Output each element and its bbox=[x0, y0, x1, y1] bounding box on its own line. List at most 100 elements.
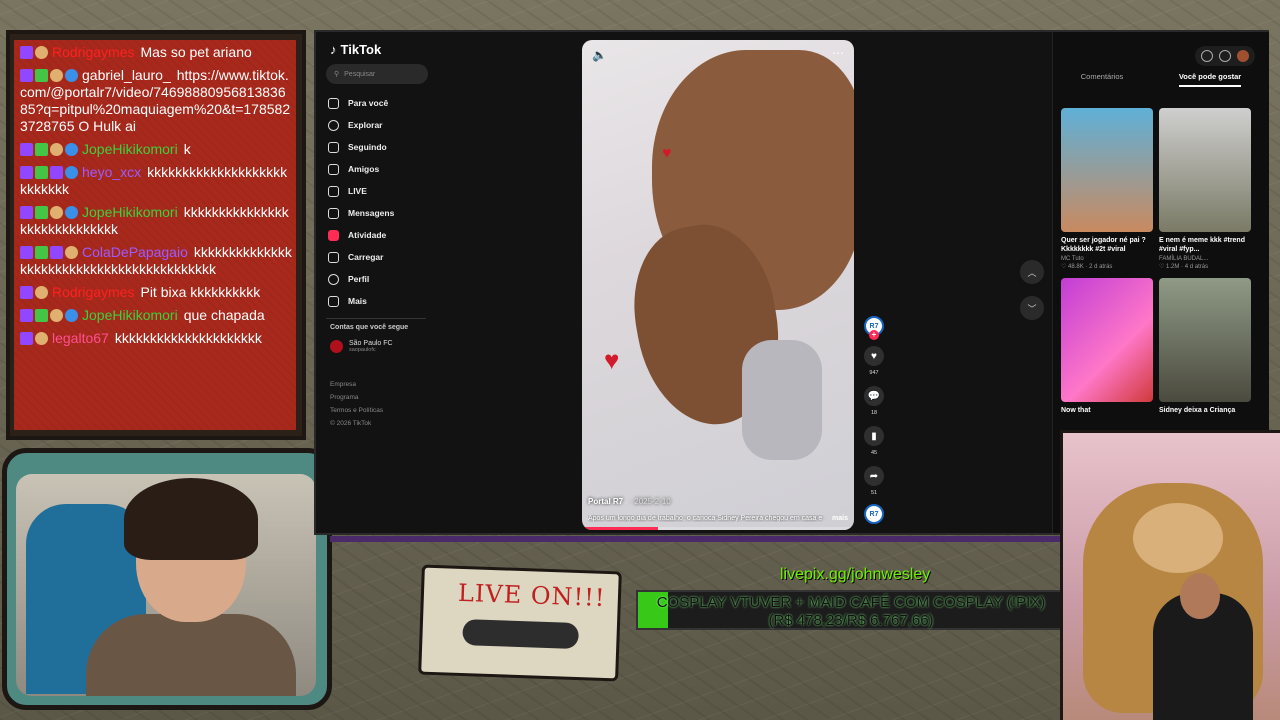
volume-icon[interactable]: 🔈 bbox=[592, 48, 607, 62]
chat-message: Rodrigaymes Pit bixa kkkkkkkkkk bbox=[20, 284, 292, 301]
purple-badge-icon bbox=[20, 46, 33, 59]
search-input[interactable]: ⚲ Pesquisar bbox=[326, 64, 428, 84]
share-icon[interactable]: ➦ bbox=[864, 466, 884, 486]
sidebar-item-label: Carregar bbox=[348, 252, 384, 262]
comment-icon[interactable]: 💬 bbox=[864, 386, 884, 406]
follow-plus-icon[interactable]: + bbox=[869, 330, 879, 340]
footer-link[interactable]: Empresa bbox=[330, 378, 383, 391]
green-badge-icon bbox=[35, 246, 48, 259]
chat-message: JopeHikikomori k bbox=[20, 141, 292, 158]
like-icon[interactable]: ♥ bbox=[864, 346, 884, 366]
video-player[interactable]: ♥ ♥ 🔈 ⋯ Portal R7 · 2025-2-10 Após um lo… bbox=[582, 40, 854, 530]
video-navigation: ︿ ﹀ bbox=[1020, 260, 1044, 320]
sidebar-item-more[interactable]: Mais bbox=[328, 290, 428, 312]
chat-username[interactable]: Rodrigaymes bbox=[52, 284, 134, 300]
card-author[interactable]: MC Tuto bbox=[1061, 256, 1153, 262]
tab-comments[interactable]: Comentários bbox=[1081, 72, 1124, 87]
purple-badge-icon bbox=[20, 166, 33, 179]
chat-badges bbox=[20, 332, 48, 345]
video-more-icon[interactable]: ⋯ bbox=[832, 46, 844, 60]
footer-link[interactable]: Programa bbox=[330, 391, 383, 404]
chat-badges bbox=[20, 166, 78, 179]
sidebar-item-messages[interactable]: Mensagens bbox=[328, 202, 428, 224]
chat-text: Pit bixa kkkkkkkkkk bbox=[140, 284, 261, 300]
card-meta: ♡ 48.8K · 2 d atrás bbox=[1061, 263, 1153, 270]
card-title: E nem é meme kkk #trend #viral #fyp... bbox=[1159, 237, 1245, 253]
recommendation-card[interactable]: Quer ser jogador né pai ? Kkkkkkkk #2t #… bbox=[1061, 108, 1153, 270]
tiktok-logo[interactable]: ♪ TikTok bbox=[330, 42, 381, 57]
sidebar-item-friends[interactable]: Amigos bbox=[328, 158, 428, 180]
video-progress[interactable] bbox=[582, 527, 854, 530]
sound-avatar[interactable]: R7 bbox=[864, 504, 884, 524]
chat-username[interactable]: gabriel_lauro_ bbox=[82, 67, 171, 83]
chat-panel: Rodrigaymes Mas so pet ariano gabriel_laur… bbox=[14, 40, 296, 430]
sidebar-item-activity[interactable]: Atividade bbox=[328, 224, 428, 246]
sidebar-item-label: Seguindo bbox=[348, 142, 387, 152]
sidebar-item-live[interactable]: LIVE bbox=[328, 180, 428, 202]
chat-text: que chapada bbox=[183, 307, 265, 323]
face-badge-icon bbox=[50, 69, 63, 82]
tiktok-note-icon: ♪ bbox=[330, 42, 337, 57]
sidebar-divider bbox=[326, 318, 426, 319]
recommendation-card[interactable]: Now that bbox=[1061, 278, 1153, 415]
creator-avatar[interactable]: R7 + bbox=[864, 316, 884, 340]
heart-icon: ♡ bbox=[1159, 264, 1167, 270]
recommendation-card[interactable]: Sidney deixa a Criança bbox=[1159, 278, 1251, 415]
teddy-bear-face bbox=[1133, 503, 1223, 573]
sidebar-item-following[interactable]: Seguindo bbox=[328, 136, 428, 158]
sidebar-item-compass[interactable]: Explorar bbox=[328, 114, 428, 136]
caption-more-link[interactable]: mais bbox=[832, 515, 848, 522]
card-author[interactable]: FAMÍLIA BUDAL... bbox=[1159, 256, 1251, 262]
blue-badge-icon bbox=[65, 309, 78, 322]
recommendation-card[interactable]: E nem é meme kkk #trend #viral #fyp... FA… bbox=[1159, 108, 1251, 270]
friends-icon bbox=[328, 163, 339, 175]
chat-username[interactable]: ColaDePapagaio bbox=[82, 244, 188, 260]
next-video-icon[interactable]: ﹀ bbox=[1020, 296, 1044, 320]
chat-message: heyo_xcx kkkkkkkkkkkkkkkkkkkkkkkkkkk bbox=[20, 164, 292, 198]
footer-link[interactable]: Termos e Políticas bbox=[330, 404, 383, 417]
chat-message: Rodrigaymes Mas so pet ariano bbox=[20, 44, 292, 61]
chat-badges bbox=[20, 286, 48, 299]
green-badge-icon bbox=[35, 309, 48, 322]
sidebar-item-profile[interactable]: Perfil bbox=[328, 268, 428, 290]
heart-print: ♥ bbox=[662, 145, 672, 162]
sidebar-item-label: Atividade bbox=[348, 230, 387, 240]
chat-badges bbox=[20, 309, 78, 322]
tab-you-may-like[interactable]: Você pode gostar bbox=[1178, 72, 1242, 87]
video-thumbnail[interactable] bbox=[1159, 108, 1251, 232]
chat-username[interactable]: legalto67 bbox=[52, 330, 109, 346]
cassette-graphic: LIVE ON!!! bbox=[418, 564, 622, 682]
chat-username[interactable]: heyo_xcx bbox=[82, 164, 141, 180]
top-controls bbox=[1195, 46, 1255, 66]
heart-icon: ♡ bbox=[1061, 264, 1069, 270]
card-likes: 48.8K bbox=[1068, 264, 1084, 270]
chat-username[interactable]: Rodrigaymes bbox=[52, 44, 134, 60]
video-thumbnail[interactable] bbox=[1061, 278, 1153, 402]
footer-links: Empresa Programa Termos e Políticas © 2026 … bbox=[330, 378, 383, 430]
video-thumbnail[interactable] bbox=[1061, 108, 1153, 232]
sidebar-item-upload[interactable]: Carregar bbox=[328, 246, 428, 268]
sidebar-item-home[interactable]: Para você bbox=[328, 92, 428, 114]
chat-message: gabriel_lauro_ https://www.tiktok.com/@po… bbox=[20, 67, 292, 135]
settings-icon[interactable] bbox=[1201, 50, 1213, 62]
recommendation-grid: Quer ser jogador né pai ? Kkkkkkkk #2t #… bbox=[1061, 108, 1261, 415]
following-account[interactable]: São Paulo FC saopaulofc bbox=[330, 340, 393, 353]
chat-username[interactable]: JopeHikikomori bbox=[82, 307, 178, 323]
device-icon[interactable] bbox=[1219, 50, 1231, 62]
donation-goal: COSPLAY VTUVER + MAID CAFÉ COM COSPLAY (… bbox=[636, 590, 1066, 630]
chat-username[interactable]: JopeHikikomori bbox=[82, 141, 178, 157]
previous-video-icon[interactable]: ︿ bbox=[1020, 260, 1044, 284]
chat-username[interactable]: JopeHikikomori bbox=[82, 204, 178, 220]
green-badge-icon bbox=[35, 166, 48, 179]
search-icon: ⚲ bbox=[334, 71, 340, 78]
video-thumbnail[interactable] bbox=[1159, 278, 1251, 402]
footer-link: © 2026 TikTok bbox=[330, 420, 372, 427]
video-actions: R7 + ♥ 947 💬 18 ▮ 45 ➦ 51 R7 bbox=[862, 316, 886, 524]
card-age: 4 d atrás bbox=[1184, 264, 1209, 270]
saopaulo-avatar bbox=[330, 340, 343, 353]
user-avatar[interactable] bbox=[1237, 50, 1249, 62]
purple-badge-icon bbox=[20, 69, 33, 82]
profile-icon bbox=[328, 273, 339, 285]
bookmark-icon[interactable]: ▮ bbox=[864, 426, 884, 446]
video-author[interactable]: Portal R7 · 2025-2-10 bbox=[588, 497, 671, 506]
